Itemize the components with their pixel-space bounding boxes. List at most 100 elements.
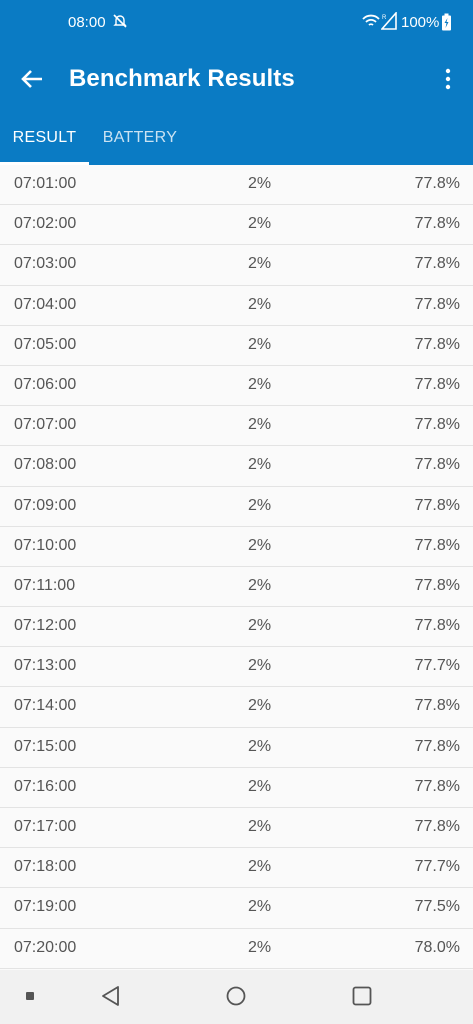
nav-recents-icon[interactable] xyxy=(352,986,372,1006)
row-value: 2% xyxy=(248,215,272,233)
row-value: 2% xyxy=(248,697,272,715)
table-row: 07:18:00 2% 77.7% xyxy=(0,848,473,889)
tab-result[interactable]: RESULT xyxy=(0,117,89,165)
table-row: 07:05:00 2% 77.8% xyxy=(0,326,473,366)
row-value: 2% xyxy=(248,175,272,192)
row-time: 07:03:00 xyxy=(14,255,77,273)
table-row: 07:10:00 2% 77.8% xyxy=(0,527,473,567)
row-time: 07:19:00 xyxy=(14,898,77,916)
row-value: 2% xyxy=(248,737,272,755)
table-row: 07:07:00 2% 77.8% xyxy=(0,406,473,447)
row-percent: 77.8% xyxy=(414,416,460,434)
svg-text:R: R xyxy=(382,15,387,21)
table-row: 07:01:00 2% 77.8% xyxy=(0,165,473,206)
row-percent: 77.8% xyxy=(414,536,460,554)
row-time: 07:12:00 xyxy=(14,617,77,635)
row-time: 07:04:00 xyxy=(14,295,77,313)
row-percent: 77.7% xyxy=(414,657,460,675)
row-time: 07:11:00 xyxy=(14,576,76,594)
app-bar: Benchmark Results RESULT BATTERY xyxy=(0,45,473,165)
table-row: 07:06:00 2% 77.8% xyxy=(0,366,473,407)
row-time: 07:06:00 xyxy=(14,375,77,393)
nav-menu-icon[interactable] xyxy=(26,992,34,1000)
row-percent: 77.5% xyxy=(414,898,460,916)
do-not-disturb-icon xyxy=(113,14,127,28)
table-row: 07:08:00 2% 77.8% xyxy=(0,446,473,487)
row-value: 2% xyxy=(248,496,272,514)
row-value: 2% xyxy=(248,818,272,835)
row-time: 07:18:00 xyxy=(14,858,77,876)
table-row: 07:16:00 2% 77.8% xyxy=(0,768,473,808)
nav-back-icon[interactable] xyxy=(100,985,122,1007)
row-value: 2% xyxy=(248,576,272,594)
row-percent: 77.8% xyxy=(414,737,460,755)
wifi-icon xyxy=(362,14,380,26)
table-row: 07:02:00 2% 77.8% xyxy=(0,205,473,246)
row-time: 07:10:00 xyxy=(14,536,77,554)
row-percent: 77.8% xyxy=(414,456,460,474)
status-bar: 08:00 R 100% xyxy=(0,0,473,45)
table-row: 07:03:00 2% 77.8% xyxy=(0,245,473,286)
status-time: 08:00 xyxy=(68,14,106,31)
table-row: 07:17:00 2% 77.8% xyxy=(0,808,473,849)
nav-home-icon[interactable] xyxy=(226,986,246,1006)
row-time: 07:13:00 xyxy=(14,657,77,675)
table-row: 07:14:00 2% 77.8% xyxy=(0,687,473,728)
row-percent: 77.8% xyxy=(414,215,460,233)
row-value: 2% xyxy=(248,657,272,675)
battery-icon xyxy=(442,13,451,31)
arrow-back-icon[interactable] xyxy=(18,65,46,93)
row-percent: 77.8% xyxy=(414,576,460,594)
row-value: 2% xyxy=(248,375,272,393)
tab-battery[interactable]: BATTERY xyxy=(90,117,190,165)
row-value: 2% xyxy=(248,416,272,434)
row-value: 2% xyxy=(248,295,272,313)
row-percent: 78.0% xyxy=(414,938,460,956)
table-row: 07:12:00 2% 77.8% xyxy=(0,607,473,648)
row-time: 07:16:00 xyxy=(14,777,77,795)
row-percent: 77.8% xyxy=(414,335,460,353)
row-percent: 77.8% xyxy=(414,175,460,192)
battery-percent: 100% xyxy=(401,14,440,31)
signal-icon: R xyxy=(381,12,397,30)
table-row: 07:04:00 2% 77.8% xyxy=(0,286,473,326)
row-time: 07:08:00 xyxy=(14,456,77,474)
row-time: 07:05:00 xyxy=(14,335,77,353)
table-row: 07:09:00 2% 77.8% xyxy=(0,487,473,527)
row-time: 07:20:00 xyxy=(14,938,77,956)
row-percent: 77.8% xyxy=(414,697,460,715)
row-time: 07:17:00 xyxy=(14,818,77,835)
system-nav-bar xyxy=(0,970,473,1024)
row-time: 07:14:00 xyxy=(14,697,77,715)
table-row: 07:11:00 2% 77.8% xyxy=(0,567,473,608)
tab-bar: RESULT BATTERY xyxy=(0,117,473,165)
row-percent: 77.7% xyxy=(414,858,460,876)
row-time: 07:02:00 xyxy=(14,215,77,233)
row-percent: 77.8% xyxy=(414,818,460,835)
row-time: 07:15:00 xyxy=(14,737,77,755)
table-row: 07:19:00 2% 77.5% xyxy=(0,888,473,929)
row-percent: 77.8% xyxy=(414,295,460,313)
row-value: 2% xyxy=(248,858,272,876)
row-time: 07:07:00 xyxy=(14,416,77,434)
row-percent: 77.8% xyxy=(414,255,460,273)
row-percent: 77.8% xyxy=(414,375,460,393)
row-value: 2% xyxy=(248,617,272,635)
row-value: 2% xyxy=(248,938,272,956)
row-value: 2% xyxy=(248,335,272,353)
row-value: 2% xyxy=(248,777,272,795)
row-percent: 77.8% xyxy=(414,777,460,795)
row-time: 07:09:00 xyxy=(14,496,77,514)
table-row: 07:20:00 2% 78.0% xyxy=(0,929,473,969)
table-row: 07:13:00 2% 77.7% xyxy=(0,647,473,688)
row-value: 2% xyxy=(248,255,272,273)
row-value: 2% xyxy=(248,898,272,916)
row-percent: 77.8% xyxy=(414,617,460,635)
more-vert-icon[interactable] xyxy=(438,65,458,93)
row-time: 07:01:00 xyxy=(14,175,77,192)
results-list[interactable]: 07:01:00 2% 77.8% 07:02:00 2% 77.8% 07:03:00… xyxy=(0,165,473,969)
page-title: Benchmark Results xyxy=(69,65,295,92)
row-percent: 77.8% xyxy=(414,496,460,514)
row-value: 2% xyxy=(248,456,272,474)
row-value: 2% xyxy=(248,536,272,554)
